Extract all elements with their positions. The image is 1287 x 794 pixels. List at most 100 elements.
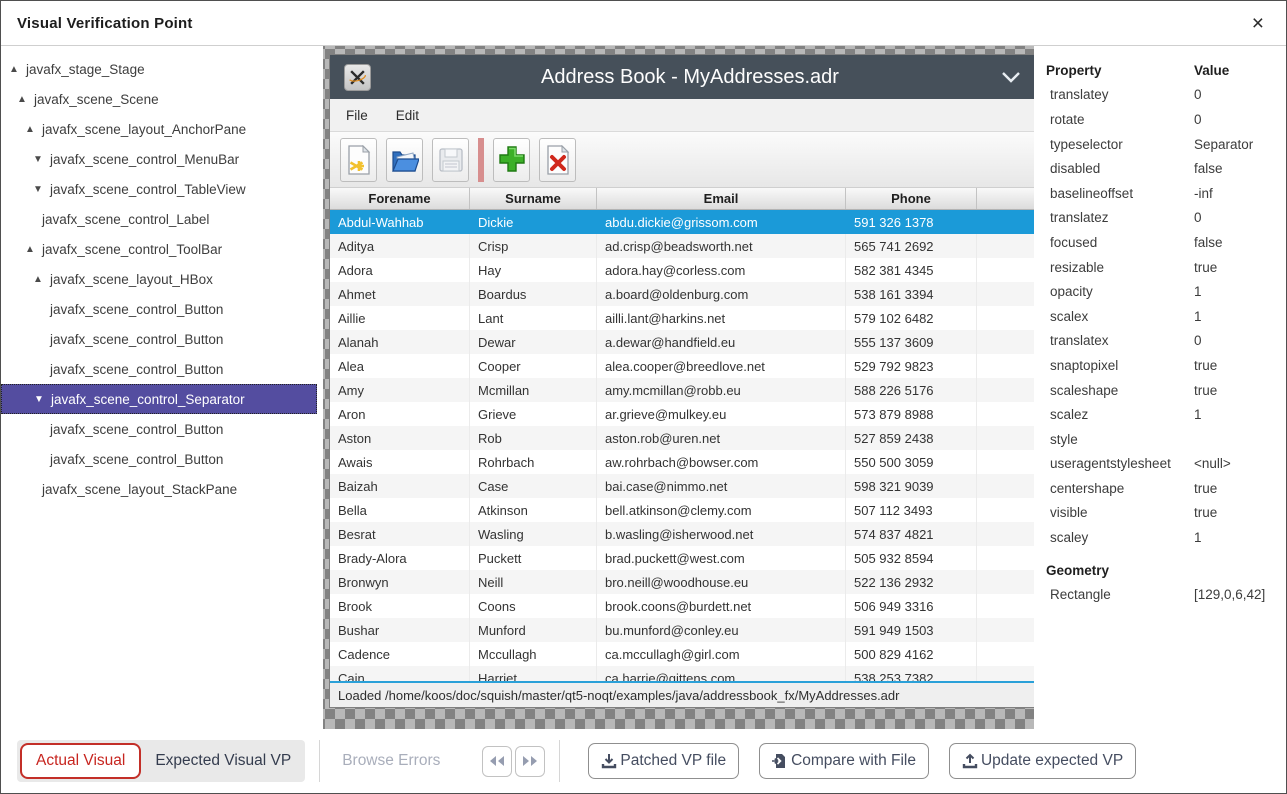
table-row[interactable]: CainHarrietca.harrie@gittens.com538 253 … [330,666,1034,681]
property-row[interactable]: disabledfalse [1046,156,1286,181]
tree-item[interactable]: ▲javafx_stage_Stage [1,54,323,84]
table-row[interactable]: AronGrievear.grieve@mulkey.eu573 879 898… [330,402,1034,426]
property-row[interactable]: centershapetrue [1046,476,1286,501]
property-row[interactable]: typeselectorSeparator [1046,132,1286,157]
column-header-email[interactable]: Email [597,188,846,209]
column-header-blank[interactable] [977,188,1034,209]
property-name: translatex [1046,333,1194,348]
tree-item[interactable]: ▲javafx_scene_layout_AnchorPane [1,114,323,144]
table-row[interactable]: AhmetBoardusa.board@oldenburg.com538 161… [330,282,1034,306]
property-row[interactable]: visibletrue [1046,501,1286,526]
add-entry-button[interactable] [493,138,530,182]
property-row[interactable]: scaley1 [1046,525,1286,550]
column-header-forename[interactable]: Forename [330,188,470,209]
tree-item[interactable]: ▼javafx_scene_control_TableView [1,174,323,204]
close-icon[interactable]: × [1246,11,1270,36]
collapse-arrow-icon[interactable]: ▲ [17,94,34,105]
property-value: 1 [1194,284,1286,299]
tree-item[interactable]: javafx_scene_control_Button [1,354,323,384]
tree-item[interactable]: ▼javafx_scene_control_Separator [1,384,317,414]
new-address-book-button[interactable] [340,138,377,182]
property-row[interactable]: opacity1 [1046,279,1286,304]
property-row[interactable]: scaleshapetrue [1046,378,1286,403]
table-row[interactable]: Brady-AloraPuckettbrad.puckett@west.com5… [330,546,1034,570]
table-row[interactable]: Abdul-WahhabDickieabdu.dickie@grissom.co… [330,210,1034,234]
table-row[interactable]: BaizahCasebai.case@nimmo.net598 321 9039 [330,474,1034,498]
collapse-arrow-icon[interactable]: ▲ [33,274,50,285]
property-row[interactable]: style [1046,427,1286,452]
table-cell: Alea [330,354,470,378]
expand-arrow-icon[interactable]: ▼ [33,154,50,165]
visual-toggle-group: Actual Visual Expected Visual VP [17,740,305,782]
property-name: translatez [1046,210,1194,225]
open-address-book-button[interactable] [386,138,423,182]
table-row[interactable]: BellaAtkinsonbell.atkinson@clemy.com507 … [330,498,1034,522]
table-cell: bro.neill@woodhouse.eu [597,570,846,594]
delete-entry-button[interactable] [539,138,576,182]
property-row[interactable]: resizabletrue [1046,255,1286,280]
table-row[interactable]: AdityaCrispad.crisp@beadsworth.net565 74… [330,234,1034,258]
property-row[interactable]: useragentstylesheet<null> [1046,452,1286,477]
table-cell: Baizah [330,474,470,498]
object-tree: ▲javafx_stage_Stage▲javafx_scene_Scene▲j… [1,46,323,729]
tree-item[interactable]: javafx_scene_control_Button [1,324,323,354]
tree-item[interactable]: javafx_scene_control_Button [1,444,323,474]
tree-item[interactable]: javafx_scene_layout_StackPane [1,474,323,504]
compare-with-file-button[interactable]: Compare with File [759,743,929,779]
table-row[interactable]: AleaCooperalea.cooper@breedlove.net529 7… [330,354,1034,378]
column-header-phone[interactable]: Phone [846,188,977,209]
tree-item-label: javafx_scene_control_TableView [50,182,246,197]
table-row[interactable]: AdoraHayadora.hay@corless.com582 381 434… [330,258,1034,282]
previous-error-button[interactable] [482,746,512,777]
property-row[interactable]: focusedfalse [1046,230,1286,255]
collapse-arrow-icon[interactable]: ▲ [9,64,26,75]
expand-arrow-icon[interactable]: ▼ [33,184,50,195]
property-row[interactable]: translatez0 [1046,206,1286,231]
property-row[interactable]: Rectangle[129,0,6,42] [1046,582,1286,607]
collapse-arrow-icon[interactable]: ▲ [25,244,42,255]
tree-item[interactable]: ▲javafx_scene_layout_HBox [1,264,323,294]
table-row[interactable]: AstonRobaston.rob@uren.net527 859 2438 [330,426,1034,450]
table-cell: 555 137 3609 [846,330,977,354]
tree-item[interactable]: javafx_scene_control_Label [1,204,323,234]
expand-arrow-icon[interactable]: ▼ [34,394,51,405]
property-row[interactable]: snaptopixeltrue [1046,353,1286,378]
save-address-book-button[interactable] [432,138,469,182]
tree-item[interactable]: javafx_scene_control_Button [1,294,323,324]
table-cell: Bronwyn [330,570,470,594]
expected-visual-vp-button[interactable]: Expected Visual VP [141,740,305,782]
table-row[interactable]: AillieLantailli.lant@harkins.net579 102 … [330,306,1034,330]
table-cell [977,618,1034,642]
table-cell: 579 102 6482 [846,306,977,330]
table-row[interactable]: AmyMcmillanamy.mcmillan@robb.eu588 226 5… [330,378,1034,402]
table-row[interactable]: CadenceMccullaghca.mccullagh@girl.com500… [330,642,1034,666]
tree-item[interactable]: ▼javafx_scene_control_MenuBar [1,144,323,174]
update-expected-vp-button[interactable]: Update expected VP [949,743,1136,779]
patched-vp-file-button[interactable]: Patched VP file [588,743,739,779]
property-row[interactable]: rotate0 [1046,107,1286,132]
column-header-surname[interactable]: Surname [470,188,597,209]
table-row[interactable]: BronwynNeillbro.neill@woodhouse.eu522 13… [330,570,1034,594]
table-row[interactable]: BusharMunfordbu.munford@conley.eu591 949… [330,618,1034,642]
collapse-arrow-icon[interactable]: ▲ [25,124,42,135]
property-row[interactable]: scalex1 [1046,304,1286,329]
menu-file[interactable]: File [346,108,368,123]
table-cell: Brook [330,594,470,618]
property-row[interactable]: scalez1 [1046,402,1286,427]
chevron-down-icon[interactable] [999,71,1021,83]
tree-item[interactable]: javafx_scene_control_Button [1,414,323,444]
menu-edit[interactable]: Edit [396,108,419,123]
table-row[interactable]: AlanahDewara.dewar@handfield.eu555 137 3… [330,330,1034,354]
property-row[interactable]: baselineoffset-inf [1046,181,1286,206]
property-value: -inf [1194,186,1286,201]
table-row[interactable]: BrookCoonsbrook.coons@burdett.net506 949… [330,594,1034,618]
tree-item[interactable]: ▲javafx_scene_control_ToolBar [1,234,323,264]
table-row[interactable]: BesratWaslingb.wasling@isherwood.net574 … [330,522,1034,546]
property-row[interactable]: translatey0 [1046,83,1286,108]
next-error-button[interactable] [515,746,545,777]
actual-visual-button[interactable]: Actual Visual [20,743,141,779]
tree-item[interactable]: ▲javafx_scene_Scene [1,84,323,114]
table-cell [977,498,1034,522]
property-row[interactable]: translatex0 [1046,329,1286,354]
table-row[interactable]: AwaisRohrbachaw.rohrbach@bowser.com550 5… [330,450,1034,474]
